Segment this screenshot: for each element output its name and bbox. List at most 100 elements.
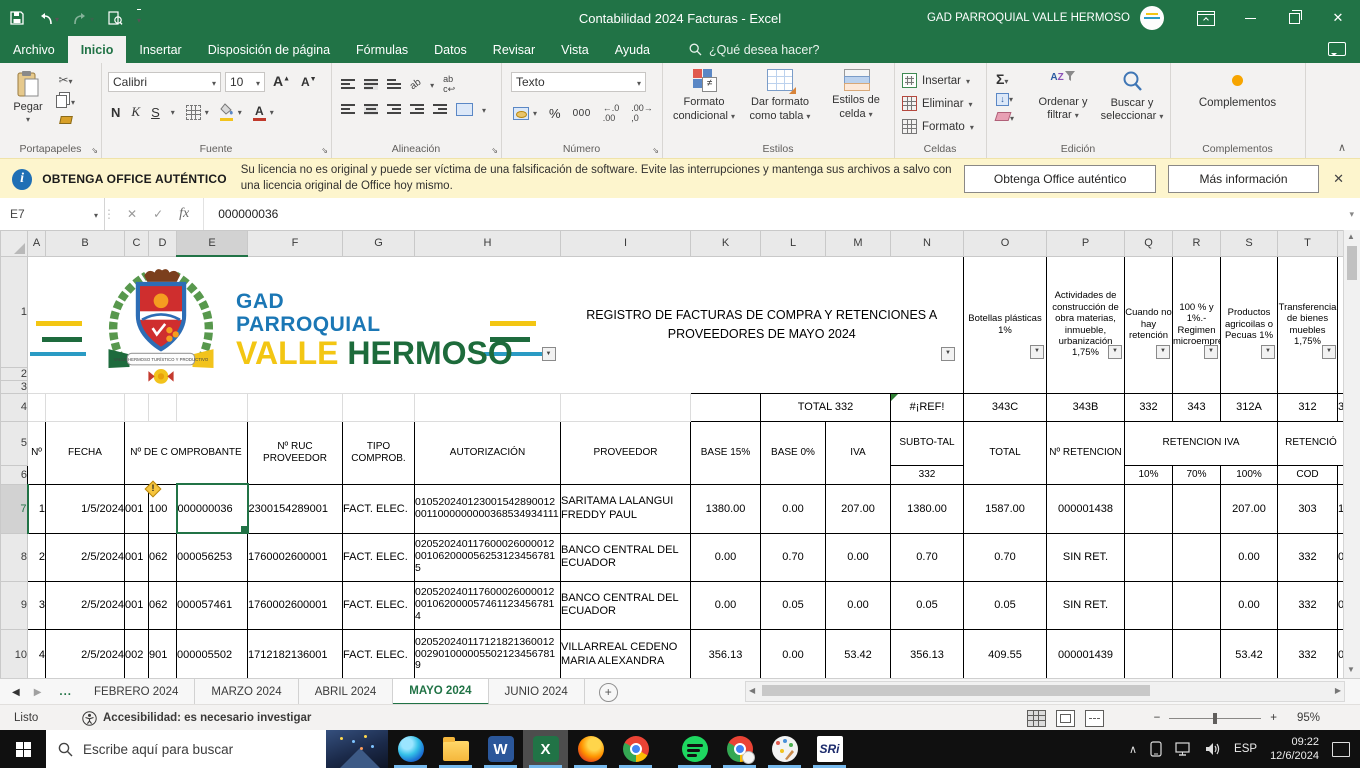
filter-dropdown-icon[interactable] [1261,344,1275,359]
insert-function-icon[interactable]: fx [179,206,189,222]
cell[interactable]: 53.42 [825,628,891,678]
wrap-text-icon[interactable]: ab c↩ [443,74,455,95]
more-info-button[interactable]: Más información [1167,165,1320,193]
col-header-I[interactable]: I [560,230,691,257]
cell[interactable] [560,392,691,422]
cell[interactable] [1124,483,1173,534]
decrease-font-icon[interactable]: A▼ [301,75,317,89]
cell[interactable]: 000005502 [176,628,248,678]
sheet-tab-abril[interactable]: ABRIL 2024 [299,679,394,705]
cell[interactable]: 0.00 [760,628,826,678]
filter-dropdown-icon[interactable] [1204,344,1218,359]
cell[interactable] [1124,580,1173,630]
cell[interactable]: 4 [27,628,46,678]
cell[interactable]: 1760002600001 [247,580,343,630]
row-header-4[interactable]: 4 [0,392,28,422]
taskbar-app-chrome[interactable] [613,730,658,768]
cell[interactable]: 3 [27,580,46,630]
font-name-combo[interactable]: Calibri [108,72,221,92]
cell-code[interactable]: 343B [1046,392,1125,422]
font-color-dropdown-icon[interactable] [270,106,274,118]
cell[interactable]: 207.00 [1220,483,1278,534]
col-header-T[interactable]: T [1277,230,1338,257]
cancel-entry-icon[interactable]: ✕ [127,207,137,221]
borders-icon[interactable] [185,104,201,120]
format-as-table-button[interactable]: Dar formato como tabla [742,69,818,123]
tab-datos[interactable]: Datos [421,36,480,63]
row-header-1[interactable]: 1 [0,255,28,368]
cell[interactable]: FACT. ELEC. [342,580,415,630]
cell[interactable]: 2/5/2024 [45,628,125,678]
row-header-3[interactable]: 3 [0,379,28,394]
tab-revisar[interactable]: Revisar [480,36,548,63]
cell-header-base15[interactable]: BASE 15% [690,420,761,485]
cell[interactable] [342,392,415,422]
align-bottom-icon[interactable] [387,79,401,90]
col-header-H[interactable]: H [414,230,561,257]
cell-header-332[interactable]: 332 [890,464,964,485]
sheet-tab-febrero[interactable]: FEBRERO 2024 [78,679,196,705]
close-button[interactable] [1316,0,1360,36]
cell[interactable]: 2/5/2024 [45,532,125,582]
vertical-scroll-thumb[interactable] [1347,246,1357,280]
cell[interactable] [124,392,149,422]
cell-header-retencion-iva[interactable]: RETENCION IVA [1124,420,1278,466]
collapse-ribbon-icon[interactable]: ∧ [1338,141,1346,154]
col-header-O[interactable]: O [963,230,1047,257]
tab-disposicion[interactable]: Disposición de página [195,36,343,63]
taskbar-app-word[interactable]: W [478,730,523,768]
font-color-icon[interactable]: A [252,104,266,121]
align-right-icon[interactable] [387,104,401,115]
merge-dropdown-icon[interactable] [482,104,486,116]
cell[interactable]: 1 [27,483,46,534]
cell[interactable] [148,392,177,422]
customize-qat-icon[interactable] [137,8,142,28]
alignment-dialog-launcher-icon[interactable] [491,146,498,155]
restore-button[interactable] [1272,0,1316,36]
col-header-K[interactable]: K [690,230,761,257]
row-header-8[interactable]: 8 [0,532,28,582]
col-header-F[interactable]: F [247,230,343,257]
cell-code[interactable]: 312A [1220,392,1278,422]
cell-header-nret[interactable]: Nº RETENCION [1046,420,1125,485]
cell[interactable]: 001 [124,532,149,582]
cell-header-ruc[interactable]: Nº RUC PROVEEDOR [247,420,343,485]
cell[interactable]: 001 [124,580,149,630]
col-header-D[interactable]: D [148,230,177,257]
col-header-P[interactable]: P [1046,230,1125,257]
taskbar-app-sri[interactable]: SRi [807,730,852,768]
cell-header-autorizacion[interactable]: AUTORIZACIÓN [414,420,561,485]
cell[interactable] [27,392,46,422]
cell[interactable] [1172,532,1221,582]
cell-header-agricolas[interactable]: Productos agricoilas o Pecuas 1% [1220,255,1278,394]
tray-expand-icon[interactable]: ∧ [1129,743,1137,756]
taskbar-app-edge[interactable] [388,730,433,768]
error-checking-icon[interactable]: ! [144,480,162,498]
cell-code[interactable]: 332 [1124,392,1173,422]
cell[interactable]: 53.42 [1220,628,1278,678]
cell-header-subtotal[interactable]: SUBTO-TAL [890,420,964,466]
taskbar-app-firefox[interactable] [568,730,613,768]
delete-cells-button[interactable]: Eliminar [902,96,973,111]
increase-indent-icon[interactable] [433,104,447,115]
dismiss-warning-icon[interactable]: ✕ [1333,171,1344,187]
cell-logo[interactable]: VALLE HERMOSO TURÍSTICO Y PRODUCTIVO GAD… [28,256,561,393]
cell-report-title[interactable]: REGISTRO DE FACTURAS DE COMPRA Y RETENCI… [561,256,964,393]
cell[interactable]: 1380.00 [890,483,964,534]
col-header-E[interactable]: E [176,230,248,257]
cell[interactable]: 000001439 [1046,628,1125,678]
align-top-icon[interactable] [341,79,355,90]
scroll-down-icon[interactable]: ▼ [1347,665,1355,674]
orientation-icon[interactable]: ab [408,77,423,92]
cell-header-10[interactable]: 10% [1124,464,1173,485]
cell[interactable]: 356.13 [690,628,761,678]
normal-view-icon[interactable] [1027,709,1046,727]
save-icon[interactable] [10,11,24,25]
cell[interactable]: 002 [124,628,149,678]
cell[interactable]: 0205202401176000260000120010620000562531… [414,532,561,582]
action-center-icon[interactable] [1332,741,1350,757]
number-format-combo[interactable]: Texto [511,72,646,92]
cell[interactable]: VILLARREAL CEDENO MARIA ALEXANDRA [560,628,691,678]
addins-button[interactable]: Complementos [1170,75,1305,109]
cell[interactable] [1172,628,1221,678]
